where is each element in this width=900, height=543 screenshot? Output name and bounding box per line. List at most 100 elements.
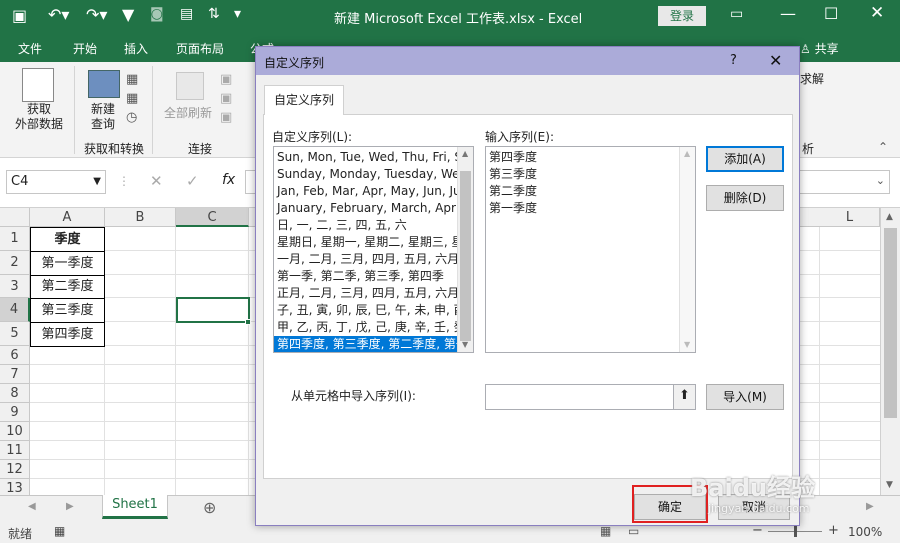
- active-cell-c4[interactable]: [176, 297, 250, 323]
- row-header[interactable]: 5: [0, 322, 30, 346]
- new-query-icon[interactable]: [88, 70, 120, 98]
- undo-icon[interactable]: ↶▾: [48, 5, 69, 24]
- row-header[interactable]: 10: [0, 422, 30, 441]
- ribbon-options-icon[interactable]: ▭: [730, 6, 743, 22]
- scroll-up-icon[interactable]: ▲: [462, 149, 468, 158]
- get-data-button[interactable]: 获取 外部数据: [8, 102, 70, 132]
- next-sheet-icon[interactable]: ▶: [66, 501, 74, 512]
- list-entries-textarea[interactable]: 第四季度 第三季度 第二季度 第一季度 ▲ ▼: [485, 146, 696, 353]
- cell-a5[interactable]: 第四季度: [30, 322, 105, 347]
- zoom-level[interactable]: 100%: [848, 525, 882, 539]
- scroll-down-icon[interactable]: ▼: [886, 480, 893, 490]
- add-button[interactable]: 添加(A): [706, 146, 784, 172]
- scroll-down-icon[interactable]: ▼: [684, 340, 690, 349]
- add-sheet-icon[interactable]: ⊕: [203, 498, 216, 517]
- solver-button[interactable]: 求解: [800, 70, 824, 87]
- cancel-formula-icon[interactable]: ✕: [150, 172, 163, 190]
- select-all-corner[interactable]: [0, 208, 30, 227]
- minimize-icon[interactable]: —: [780, 4, 796, 23]
- custom-lists-listbox[interactable]: Sun, Mon, Tue, Wed, Thu, Fri, Sat Sunday…: [273, 146, 474, 353]
- connection-small-icons[interactable]: ▣ ▣ ▣: [220, 70, 232, 127]
- cell-a1[interactable]: 季度: [30, 227, 105, 252]
- query-small-icons[interactable]: ▦ ▦ ◷: [126, 70, 138, 127]
- row-header[interactable]: 4: [0, 298, 30, 322]
- customize-qat-icon[interactable]: ▾: [234, 6, 241, 22]
- list-item[interactable]: Jan, Feb, Mar, Apr, May, Jun, Jul: [274, 183, 458, 200]
- tab-home[interactable]: 开始: [73, 40, 97, 57]
- cell-a2[interactable]: 第一季度: [30, 251, 105, 276]
- page-layout-view-icon[interactable]: ▭: [628, 524, 639, 538]
- collapse-dialog-icon[interactable]: ⬆: [673, 385, 695, 409]
- camera-icon[interactable]: ◙: [150, 6, 164, 22]
- fill-handle[interactable]: [245, 319, 251, 325]
- row-header[interactable]: 8: [0, 384, 30, 403]
- column-header-c[interactable]: C: [176, 208, 249, 227]
- scroll-right-icon[interactable]: ▶: [866, 501, 874, 512]
- expand-formula-icon[interactable]: ⌄: [876, 174, 885, 187]
- row-header[interactable]: 12: [0, 460, 30, 479]
- import-range-input[interactable]: ⬆: [485, 384, 696, 410]
- prev-sheet-icon[interactable]: ◀: [28, 501, 36, 512]
- list-item[interactable]: 正月, 二月, 三月, 四月, 五月, 六月, 七月: [274, 285, 458, 302]
- entries-scrollbar[interactable]: ▲ ▼: [679, 147, 695, 352]
- row-header[interactable]: 2: [0, 251, 30, 275]
- tab-insert[interactable]: 插入: [124, 40, 148, 57]
- dialog-help-button[interactable]: ?: [730, 53, 737, 68]
- tab-page-layout[interactable]: 页面布局: [176, 40, 224, 57]
- maximize-icon[interactable]: ☐: [824, 4, 838, 23]
- refresh-all-icon[interactable]: [176, 72, 204, 100]
- list-item[interactable]: Sun, Mon, Tue, Wed, Thu, Fri, Sat: [274, 149, 458, 166]
- zoom-slider-thumb[interactable]: [794, 526, 797, 537]
- share-button[interactable]: ♙ 共享: [800, 40, 839, 57]
- collapse-ribbon-icon[interactable]: ⌃: [878, 140, 888, 154]
- row-header[interactable]: 6: [0, 346, 30, 365]
- scroll-thumb[interactable]: [460, 171, 471, 341]
- row-header[interactable]: 3: [0, 275, 30, 298]
- sort-icon[interactable]: ⇅: [208, 6, 220, 22]
- list-item[interactable]: 第一季, 第二季, 第三季, 第四季: [274, 268, 458, 285]
- row-header[interactable]: 7: [0, 365, 30, 384]
- new-query-button[interactable]: 新建 查询: [80, 102, 126, 132]
- save-icon[interactable]: ▣: [12, 6, 27, 25]
- refresh-all-button[interactable]: 全部刷新: [164, 104, 212, 121]
- form-icon[interactable]: ▤: [180, 6, 193, 22]
- list-item-selected[interactable]: 第四季度, 第三季度, 第二季度, 第一季度: [274, 336, 458, 352]
- list-item[interactable]: 子, 丑, 寅, 卯, 辰, 巳, 午, 未, 申, 酉: [274, 302, 458, 319]
- normal-view-icon[interactable]: ▦: [600, 524, 611, 538]
- list-item[interactable]: 甲, 乙, 丙, 丁, 戊, 己, 庚, 辛, 壬, 癸: [274, 319, 458, 336]
- list-item[interactable]: 星期日, 星期一, 星期二, 星期三, 星期四: [274, 234, 458, 251]
- redo-icon[interactable]: ↷▾: [86, 5, 107, 24]
- zoom-in-icon[interactable]: +: [828, 523, 839, 538]
- import-button[interactable]: 导入(M): [706, 384, 784, 410]
- scroll-up-icon[interactable]: ▲: [886, 212, 893, 222]
- tab-file[interactable]: 文件: [18, 40, 42, 57]
- login-button[interactable]: 登录: [658, 6, 706, 26]
- get-data-icon[interactable]: [22, 68, 54, 102]
- enter-formula-icon[interactable]: ✓: [186, 172, 199, 190]
- vertical-scrollbar[interactable]: ▲ ▼: [880, 208, 900, 495]
- column-header-a[interactable]: A: [30, 208, 105, 227]
- scroll-thumb[interactable]: [884, 228, 897, 418]
- column-header-l[interactable]: L: [820, 208, 880, 227]
- macro-record-icon[interactable]: ▦: [54, 524, 65, 538]
- tab-custom-lists[interactable]: 自定义序列: [264, 85, 344, 115]
- chevron-down-icon[interactable]: ▼: [93, 171, 101, 193]
- name-box[interactable]: C4 ▼: [6, 170, 106, 194]
- list-item[interactable]: 日, 一, 二, 三, 四, 五, 六: [274, 217, 458, 234]
- cell-a3[interactable]: 第二季度: [30, 275, 105, 299]
- list-item[interactable]: Sunday, Monday, Tuesday, Wednesday: [274, 166, 458, 183]
- list-scrollbar[interactable]: ▲ ▼: [457, 147, 473, 352]
- scroll-down-icon[interactable]: ▼: [462, 340, 468, 349]
- row-header[interactable]: 1: [0, 227, 30, 251]
- close-icon[interactable]: ✕: [870, 3, 884, 23]
- row-header[interactable]: 13: [0, 479, 30, 495]
- column-header-b[interactable]: B: [105, 208, 176, 227]
- row-header[interactable]: 9: [0, 403, 30, 422]
- scroll-up-icon[interactable]: ▲: [684, 149, 690, 158]
- list-item[interactable]: 一月, 二月, 三月, 四月, 五月, 六月, 七月: [274, 251, 458, 268]
- list-item[interactable]: January, February, March, April: [274, 200, 458, 217]
- row-header[interactable]: 11: [0, 441, 30, 460]
- delete-button[interactable]: 删除(D): [706, 185, 784, 211]
- sheet-tab-sheet1[interactable]: Sheet1: [102, 495, 168, 519]
- insert-function-icon[interactable]: fx: [222, 172, 235, 188]
